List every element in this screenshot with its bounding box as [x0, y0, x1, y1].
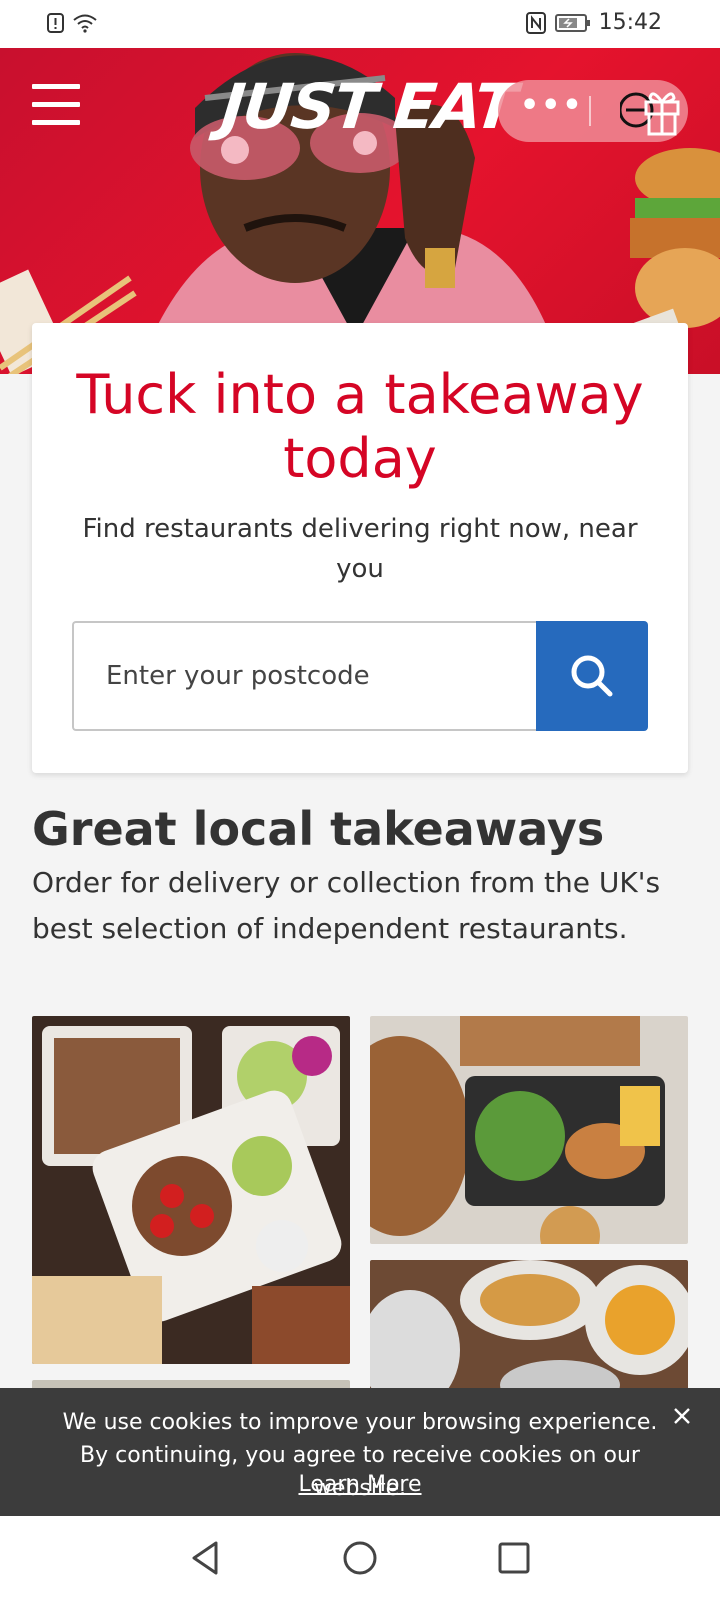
nfc-icon [525, 11, 546, 34]
wifi-icon [73, 14, 97, 33]
system-nav-bar [0, 1516, 720, 1600]
section-description: Order for delivery or collection from th… [32, 866, 661, 945]
food-image-steak[interactable] [370, 1016, 688, 1244]
brand-logo[interactable]: JUST EAT [218, 70, 518, 143]
recents-square-icon[interactable] [494, 1538, 534, 1578]
menu-button[interactable] [32, 84, 80, 128]
alert-icon [47, 13, 64, 33]
gift-icon[interactable] [620, 86, 682, 138]
page-subtitle: Find restaurants delivering right now, n… [82, 514, 638, 584]
status-time: 15:42 [598, 10, 662, 35]
search-button[interactable] [536, 621, 648, 731]
page-title: Tuck into a takeaway today [76, 363, 644, 490]
cookie-banner: We use cookies to improve your browsing … [0, 1388, 720, 1516]
food-image-kebab[interactable] [32, 1016, 350, 1364]
close-icon[interactable] [672, 1406, 692, 1426]
back-triangle-icon[interactable] [186, 1538, 226, 1578]
status-bar: 15:42 [0, 0, 720, 48]
learn-more-link[interactable]: Learn More [0, 1472, 720, 1497]
pill-divider [589, 96, 591, 126]
search-icon [571, 655, 613, 697]
section-title: Great local takeaways [32, 802, 605, 856]
postcode-input[interactable] [72, 621, 538, 731]
search-card: Tuck into a takeaway today Find restaura… [32, 323, 688, 773]
food-image-curry[interactable] [370, 1260, 688, 1390]
more-dots-icon[interactable]: ••• [520, 91, 582, 126]
battery-icon [554, 13, 590, 32]
home-circle-icon[interactable] [340, 1538, 380, 1578]
